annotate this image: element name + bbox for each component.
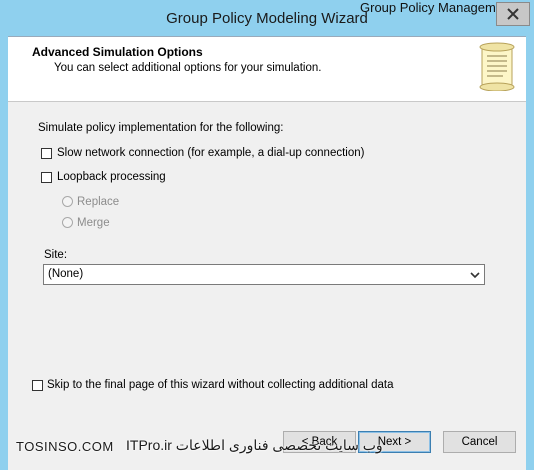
next-button-label: Next > bbox=[377, 436, 412, 448]
wizard-content: Advanced Simulation Options You can sele… bbox=[8, 36, 526, 470]
back-button-label: < Back bbox=[301, 436, 338, 448]
wizard-header: Advanced Simulation Options You can sele… bbox=[8, 37, 526, 102]
page-title: Advanced Simulation Options bbox=[32, 45, 203, 59]
skip-checkbox[interactable] bbox=[32, 380, 43, 391]
cancel-button[interactable]: Cancel bbox=[443, 431, 516, 453]
loopback-label[interactable]: Loopback processing bbox=[57, 171, 166, 183]
slow-network-label[interactable]: Slow network connection (for example, a … bbox=[57, 147, 364, 159]
site-label: Site: bbox=[44, 249, 68, 261]
watermark-left-text: TOSINSO.COM bbox=[16, 439, 114, 454]
replace-label: Replace bbox=[77, 196, 120, 208]
title-bar[interactable]: Group Policy Modeling Wizard bbox=[0, 0, 534, 36]
page-subtitle: You can select additional options for yo… bbox=[54, 62, 322, 74]
merge-radio[interactable] bbox=[62, 217, 73, 228]
next-button[interactable]: Next > bbox=[358, 431, 431, 453]
site-dropdown[interactable]: (None) bbox=[43, 264, 485, 285]
scroll-icon bbox=[479, 42, 515, 91]
close-icon bbox=[507, 8, 519, 20]
skip-label[interactable]: Skip to the final page of this wizard wi… bbox=[47, 379, 394, 391]
back-button[interactable]: < Back bbox=[283, 431, 356, 453]
wizard-window: Group Policy Management Group Policy Mod… bbox=[0, 0, 534, 470]
close-button[interactable] bbox=[496, 2, 530, 26]
merge-label: Merge bbox=[77, 217, 110, 229]
chevron-down-icon bbox=[470, 272, 480, 279]
loopback-checkbox[interactable] bbox=[41, 172, 52, 183]
simulate-prompt: Simulate policy implementation for the f… bbox=[38, 122, 284, 134]
cancel-button-label: Cancel bbox=[461, 436, 498, 448]
site-dropdown-value: (None) bbox=[48, 268, 84, 280]
slow-network-checkbox[interactable] bbox=[41, 148, 52, 159]
window-title: Group Policy Modeling Wizard bbox=[166, 10, 368, 27]
replace-radio[interactable] bbox=[62, 196, 73, 207]
